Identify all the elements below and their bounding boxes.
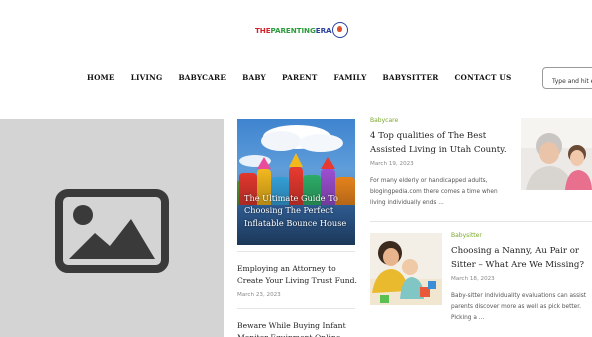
nav-babysitter[interactable]: BABYSITTER [383,73,439,82]
logo-text: THEPARENTINGERA [255,25,332,35]
nav-home[interactable]: HOME [87,73,115,82]
post-date: March 19, 2023 [370,161,414,167]
side-post-title[interactable]: Beware While Buying Infant Monitor Equip… [237,320,357,337]
nav-family[interactable]: FAMILY [334,73,367,82]
nav-baby[interactable]: BABY [242,73,266,82]
post-thumbnail[interactable] [521,118,592,190]
side-post-title[interactable]: Employing an Attorney to Create Your Liv… [237,263,357,287]
post-title[interactable]: 4 Top qualities of The Best Assisted Liv… [370,130,515,157]
main-nav: HOME LIVING BABYCARE BABY PARENT FAMILY … [87,73,527,82]
nav-contact-us[interactable]: CONTACT US [455,73,512,82]
post-category[interactable]: Babysitter [451,232,482,239]
search-input[interactable] [543,71,592,92]
post-excerpt: For many elderly or handicapped adults, … [370,178,498,206]
image-placeholder-icon [55,189,169,273]
post-excerpt: Baby-sitter individuality evaluations ca… [451,293,586,321]
post-title[interactable]: Choosing a Nanny, Au Pair or Sitter – Wh… [451,245,592,272]
divider [237,308,355,309]
featured-post-title[interactable]: The Ultimate Guide To Choosing The Perfe… [244,192,351,230]
nav-parent[interactable]: PARENT [282,73,318,82]
search-box [542,67,592,92]
post-date: March 18, 2023 [451,276,495,282]
logo-mark-icon [332,22,349,38]
elderly-care-image [521,118,592,190]
nav-babycare[interactable]: BABYCARE [178,73,226,82]
post-category[interactable]: Babycare [370,117,398,124]
divider [237,251,355,252]
site-logo[interactable]: THEPARENTINGERA [255,20,349,40]
divider [370,221,592,222]
nav-living[interactable]: LIVING [131,73,163,82]
post-thumbnail[interactable] [370,233,442,305]
featured-post-card[interactable]: The Ultimate Guide To Choosing The Perfe… [237,119,355,245]
babysitter-image [370,233,442,305]
hero-image-placeholder[interactable] [0,119,224,337]
side-post-date: March 23, 2023 [237,292,281,298]
